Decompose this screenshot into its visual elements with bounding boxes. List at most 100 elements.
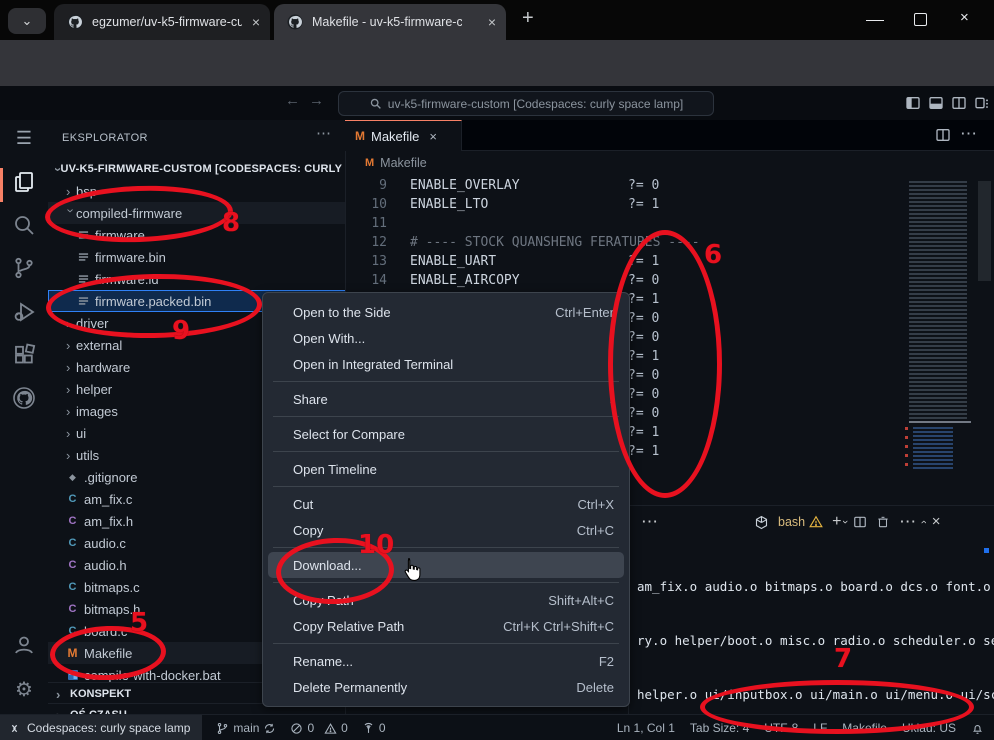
- keyboard-layout[interactable]: Układ: US: [902, 721, 956, 735]
- ports-indicator[interactable]: 0: [362, 721, 386, 735]
- tab-title: egzumer/uv-k5-firmware-custo: [92, 15, 242, 29]
- remote-indicator[interactable]: Codespaces: curly space lamp: [0, 715, 202, 740]
- terminal-line: ry.o helper/boot.o misc.o radio.o schedu…: [637, 632, 991, 650]
- menu-item-copy[interactable]: CopyCtrl+C: [263, 517, 629, 543]
- activity-bar: ☰ ⚙: [0, 120, 49, 714]
- tab-search-button[interactable]: ⌄: [8, 8, 46, 34]
- search-view-icon[interactable]: [12, 213, 36, 237]
- context-menu: Open to the SideCtrl+Enter Open With... …: [262, 292, 630, 707]
- h-file-icon: C: [66, 603, 79, 615]
- file-icon: [78, 295, 89, 307]
- customize-layout-icon[interactable]: [974, 95, 990, 111]
- menu-separator: [273, 547, 619, 548]
- editor-tab-makefile[interactable]: M Makefile ×: [345, 120, 462, 151]
- menu-item-open-to-the-side[interactable]: Open to the SideCtrl+Enter: [263, 299, 629, 325]
- window-minimize-button[interactable]: [866, 20, 884, 21]
- history-forward-icon[interactable]: →: [309, 92, 324, 109]
- tree-item-firmware-bin[interactable]: firmware.bin: [48, 246, 346, 268]
- terminal-panel[interactable]: ⋯ bash + › ⋯ › ×: [628, 505, 994, 715]
- browser-tab-makefile[interactable]: Makefile - uv-k5-firmware-cust ×: [274, 4, 506, 40]
- menu-item-share[interactable]: Share›: [263, 386, 629, 412]
- tab-close-icon[interactable]: ×: [429, 129, 437, 144]
- browser-toolbar: ← → ↻ curly-space-lamp-jj... ☆ 42.1k: [0, 40, 994, 86]
- bat-file-icon: [67, 669, 79, 681]
- github-view-icon[interactable]: [12, 386, 36, 410]
- split-terminal-icon[interactable]: [853, 515, 867, 529]
- cursor-position[interactable]: Ln 1, Col 1: [617, 721, 675, 735]
- menu-separator: [273, 381, 619, 382]
- minimap[interactable]: [905, 181, 975, 471]
- explorer-title: EKSPLORATOR: [62, 132, 148, 144]
- split-editor-icon[interactable]: [935, 127, 951, 143]
- tree-item-compiled-firmware[interactable]: › compiled-firmware: [48, 202, 346, 224]
- toggle-secondary-sidebar-icon[interactable]: [951, 95, 967, 111]
- menu-item-rename[interactable]: Rename...F2: [263, 648, 629, 674]
- chevron-right-icon: ›: [66, 448, 76, 463]
- menu-item-open-timeline[interactable]: Open Timeline: [263, 456, 629, 482]
- encoding[interactable]: UTF-8: [764, 721, 798, 735]
- c-file-icon: C: [66, 493, 79, 505]
- tree-root[interactable]: › UV-K5-FIRMWARE-CUSTOM [CODESPACES: CUR…: [48, 158, 346, 180]
- branch-icon: [216, 722, 229, 735]
- settings-gear-icon[interactable]: ⚙: [12, 680, 36, 704]
- terminal-dropdown-icon[interactable]: ›: [835, 520, 855, 524]
- command-center-search[interactable]: uv-k5-firmware-custom [Codespaces: curly…: [338, 91, 714, 116]
- language-mode[interactable]: Makefile: [842, 721, 887, 735]
- menu-item-open-with[interactable]: Open With...: [263, 325, 629, 351]
- new-tab-button[interactable]: +: [522, 8, 534, 28]
- menu-item-download[interactable]: Download...: [268, 552, 624, 578]
- menu-item-copy-path[interactable]: Copy PathShift+Alt+C: [263, 587, 629, 613]
- panel-maximize-icon[interactable]: ›: [914, 520, 934, 524]
- extensions-view-icon[interactable]: [12, 343, 36, 367]
- menu-hamburger-icon[interactable]: ☰: [12, 128, 36, 152]
- menu-separator: [273, 643, 619, 644]
- bell-icon[interactable]: [971, 722, 984, 735]
- source-control-icon[interactable]: [12, 256, 36, 280]
- code-line: 13ENABLE_UART?= 1: [345, 252, 994, 271]
- eol[interactable]: LF: [813, 721, 827, 735]
- problems-indicator[interactable]: 0 0: [290, 721, 347, 735]
- branch-indicator[interactable]: main: [216, 721, 276, 735]
- browser-tab-github-repo[interactable]: egzumer/uv-k5-firmware-custo ×: [54, 4, 270, 40]
- tab-close-icon[interactable]: ×: [252, 14, 260, 30]
- toggle-sidebar-icon[interactable]: [905, 95, 921, 111]
- explorer-more-icon[interactable]: ⋯: [316, 124, 331, 144]
- status-bar: Codespaces: curly space lamp main 0 0: [0, 714, 994, 740]
- status-right: Ln 1, Col 1 Tab Size: 4 UTF-8 LF Makefil…: [617, 721, 994, 735]
- breadcrumb[interactable]: M Makefile: [345, 150, 994, 176]
- account-icon[interactable]: [12, 633, 36, 657]
- github-favicon: [286, 13, 304, 31]
- terminal-shell-label[interactable]: bash: [778, 515, 805, 529]
- explorer-files-icon[interactable]: [12, 170, 36, 194]
- menu-separator: [273, 451, 619, 452]
- h-file-icon: C: [66, 559, 79, 571]
- menu-item-select-for-compare[interactable]: Select for Compare: [263, 421, 629, 447]
- editor-scrollbar[interactable]: [978, 181, 991, 281]
- menu-item-open-in-integrated-terminal[interactable]: Open in Integrated Terminal: [263, 351, 629, 377]
- remote-label: Codespaces: curly space lamp: [27, 721, 190, 735]
- tree-item-bsp[interactable]: › bsp: [48, 180, 346, 202]
- warnings-count: 0: [341, 721, 348, 735]
- menu-item-cut[interactable]: CutCtrl+X: [263, 491, 629, 517]
- chevron-down-icon: ›: [51, 167, 66, 172]
- sync-icon[interactable]: [263, 722, 276, 735]
- menu-item-copy-relative-path[interactable]: Copy Relative PathCtrl+K Ctrl+Shift+C: [263, 613, 629, 639]
- editor-more-icon[interactable]: ⋯: [960, 124, 977, 144]
- trash-icon[interactable]: [876, 515, 890, 529]
- tab-size[interactable]: Tab Size: 4: [690, 721, 749, 735]
- file-icon: [78, 229, 89, 241]
- tab-close-icon[interactable]: ×: [488, 14, 496, 30]
- chevron-right-icon: ›: [66, 360, 76, 375]
- history-back-icon[interactable]: ←: [285, 92, 300, 109]
- menu-item-delete-permanently[interactable]: Delete PermanentlyDelete: [263, 674, 629, 700]
- terminal-more-left-icon[interactable]: ⋯: [641, 512, 658, 532]
- terminal-header: ⋯ bash + › ⋯ › ×: [629, 506, 994, 538]
- window-maximize-button[interactable]: [914, 13, 927, 26]
- window-close-button[interactable]: ×: [960, 9, 969, 26]
- tree-item-firmware-ld[interactable]: firmware.ld: [48, 268, 346, 290]
- toggle-panel-icon[interactable]: [928, 95, 944, 111]
- breadcrumb-label: Makefile: [380, 156, 427, 170]
- run-debug-icon[interactable]: [12, 300, 36, 324]
- tree-item-firmware[interactable]: firmware: [48, 224, 346, 246]
- menu-separator: [273, 416, 619, 417]
